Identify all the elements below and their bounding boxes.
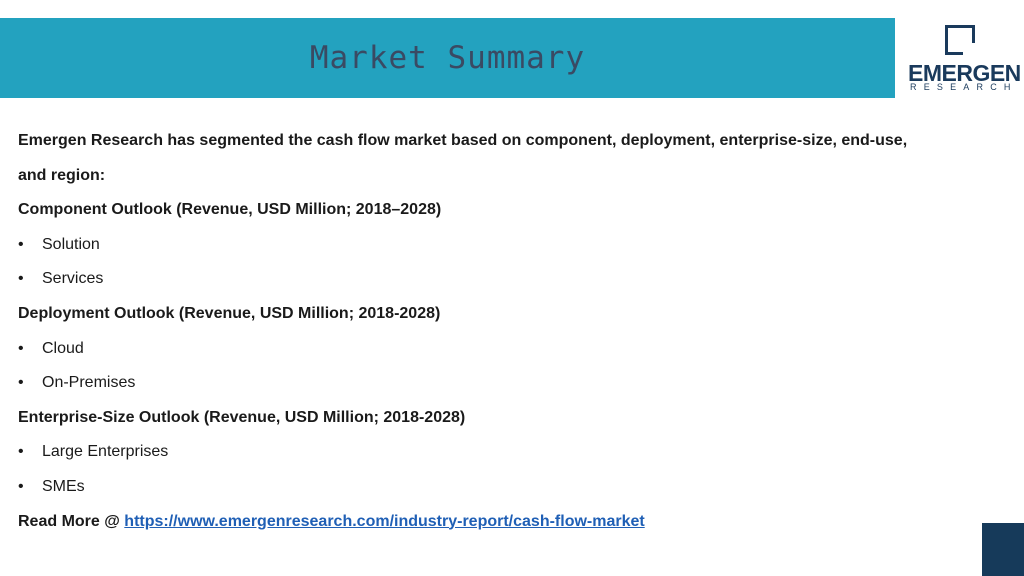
bullet-icon: • <box>18 477 24 495</box>
logo-subtitle: RESEARCH <box>910 82 1018 92</box>
list-item-label: SMEs <box>42 477 85 495</box>
page-title: Market Summary <box>309 40 586 76</box>
list-item-label: On-Premises <box>42 374 136 392</box>
bullet-icon: • <box>18 374 24 392</box>
bullet-icon: • <box>18 270 24 288</box>
list-item-label: Solution <box>42 235 100 253</box>
list-item: • Large Enterprises <box>18 435 968 470</box>
list-item-label: Services <box>42 270 104 288</box>
bullet-icon: • <box>18 235 24 253</box>
section-heading-deployment: Deployment Outlook (Revenue, USD Million… <box>18 304 441 322</box>
logo: EMERGEN RESEARCH <box>903 22 1021 94</box>
read-more-line: Read More @ https://www.emergenresearch.… <box>18 505 968 540</box>
logo-square-icon <box>945 25 975 55</box>
intro-text-line-1: Emergen Research has segmented the cash … <box>18 132 908 149</box>
list-item: • Cloud <box>18 332 968 367</box>
bullet-icon: • <box>18 443 24 461</box>
summary-content: Emergen Research has segmented the cash … <box>18 124 968 539</box>
list-item: • Solution <box>18 228 968 263</box>
section-heading-component: Component Outlook (Revenue, USD Million;… <box>18 201 442 219</box>
list-item: • On-Premises <box>18 366 968 401</box>
list-item-label: Large Enterprises <box>42 443 169 461</box>
read-more-label: Read More @ <box>18 512 125 530</box>
list-item-label: Cloud <box>42 339 84 357</box>
read-more-link[interactable]: https://www.emergenresearch.com/industry… <box>124 513 644 530</box>
list-item: • Services <box>18 262 968 297</box>
corner-accent-block <box>982 523 1024 576</box>
bullet-icon: • <box>18 339 24 357</box>
list-item: • SMEs <box>18 470 968 505</box>
intro-text-line-2: and region: <box>18 166 106 184</box>
section-heading-enterprise-size: Enterprise-Size Outlook (Revenue, USD Mi… <box>18 408 466 426</box>
